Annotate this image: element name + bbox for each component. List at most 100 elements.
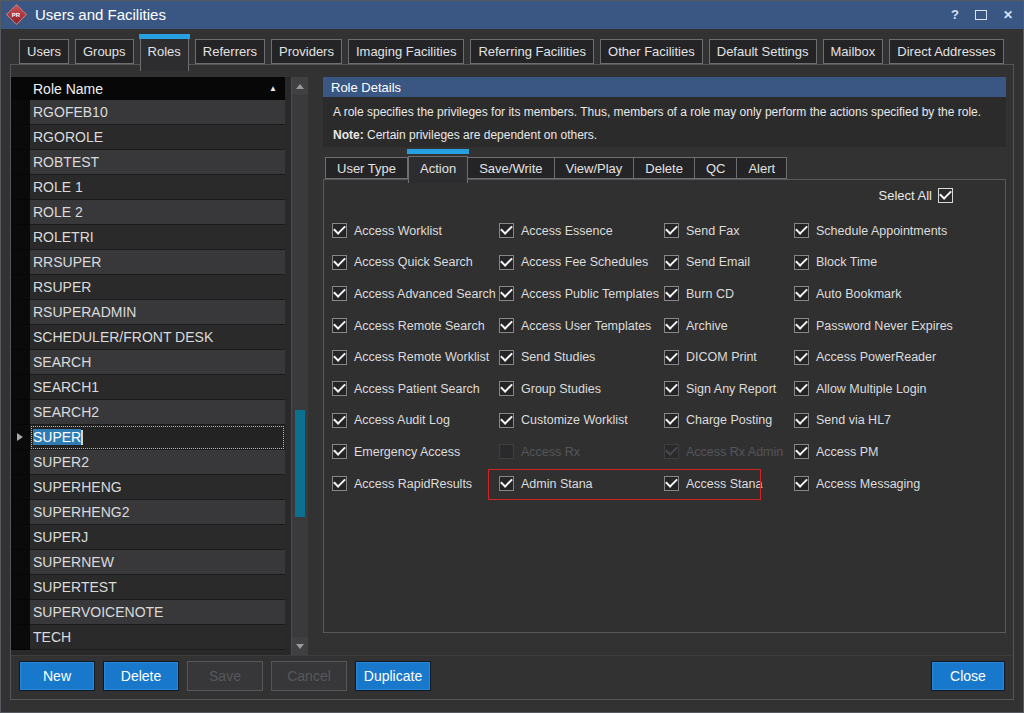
checkbox-access-advanced-search[interactable] [332,286,347,301]
details-tab-user-type[interactable]: User Type [325,157,408,179]
role-row-role-2[interactable]: ROLE 2 [11,200,285,225]
tab-groups[interactable]: Groups [75,39,134,64]
checkbox-group-studies[interactable] [499,381,514,396]
privilege-sign-any-report[interactable]: Sign Any Report [664,373,783,405]
privilege-access-remote-worklist[interactable]: Access Remote Worklist [332,341,496,373]
privilege-access-messaging[interactable]: Access Messaging [794,468,953,500]
privilege-allow-multiple-login[interactable]: Allow Multiple Login [794,373,953,405]
details-tab-delete[interactable]: Delete [634,157,695,179]
privilege-access-patient-search[interactable]: Access Patient Search [332,373,496,405]
role-row-super[interactable]: SUPER [11,425,285,450]
role-row-roletri[interactable]: ROLETRI [11,225,285,250]
role-row-search[interactable]: SEARCH [11,350,285,375]
role-name-cell[interactable]: SUPERHENG [30,475,285,500]
privilege-send-email[interactable]: Send Email [664,247,783,279]
privilege-schedule-appointments[interactable]: Schedule Appointments [794,215,953,247]
checkbox-access-messaging[interactable] [794,476,809,491]
role-row-scheduler-front-desk[interactable]: SCHEDULER/FRONT DESK [11,325,285,350]
privilege-access-user-templates[interactable]: Access User Templates [499,310,659,342]
privilege-access-worklist[interactable]: Access Worklist [332,215,496,247]
role-name-cell[interactable]: RSUPER [30,275,285,300]
role-row-rsuperadmin[interactable]: RSUPERADMIN [11,300,285,325]
checkbox-access-remote-worklist[interactable] [332,350,347,365]
privilege-send-fax[interactable]: Send Fax [664,215,783,247]
duplicate-button[interactable]: Duplicate [355,661,431,691]
details-tab-alert[interactable]: Alert [737,157,787,179]
privilege-access-public-templates[interactable]: Access Public Templates [499,278,659,310]
checkbox-sign-any-report[interactable] [664,381,679,396]
role-row-supervoicenote[interactable]: SUPERVOICENOTE [11,600,285,625]
checkbox-send-via-hl7[interactable] [794,413,809,428]
privilege-emergency-access[interactable]: Emergency Access [332,436,496,468]
checkbox-charge-posting[interactable] [664,413,679,428]
privilege-access-essence[interactable]: Access Essence [499,215,659,247]
tab-referring-facilities[interactable]: Referring Facilities [470,39,594,64]
privilege-send-via-hl7[interactable]: Send via HL7 [794,405,953,437]
checkbox-access-rapidresults[interactable] [332,476,347,491]
role-row-superheng2[interactable]: SUPERHENG2 [11,500,285,525]
checkbox-schedule-appointments[interactable] [794,223,809,238]
privilege-dicom-print[interactable]: DICOM Print [664,341,783,373]
privilege-customize-worklist[interactable]: Customize Worklist [499,405,659,437]
details-tab-action[interactable]: Action [408,156,468,183]
maximize-button[interactable] [975,10,987,20]
details-tab-view-play[interactable]: View/Play [555,157,635,179]
close-button[interactable]: Close [931,661,1005,691]
role-row-super2[interactable]: SUPER2 [11,450,285,475]
tab-default-settings[interactable]: Default Settings [709,39,817,64]
checkbox-archive[interactable] [664,318,679,333]
role-name-cell[interactable]: SEARCH2 [30,400,285,425]
privilege-access-quick-search[interactable]: Access Quick Search [332,247,496,279]
role-name-cell[interactable]: SUPERHENG2 [30,500,285,525]
role-row-tech[interactable]: TECH [11,625,285,650]
scroll-up-button[interactable] [292,77,308,95]
new-button[interactable]: New [19,661,95,691]
role-row-robtest[interactable]: ROBTEST [11,150,285,175]
role-name-cell[interactable]: ROLE 1 [30,175,285,200]
tab-direct-addresses[interactable]: Direct Addresses [889,39,1003,64]
role-row-superheng[interactable]: SUPERHENG [11,475,285,500]
role-name-cell[interactable]: SUPER [30,425,285,450]
tab-imaging-facilities[interactable]: Imaging Facilities [348,39,464,64]
checkbox-access-remote-search[interactable] [332,318,347,333]
checkbox-access-audit-log[interactable] [332,413,347,428]
checkbox-access-user-templates[interactable] [499,318,514,333]
role-name-cell[interactable]: RRSUPER [30,250,285,275]
privilege-block-time[interactable]: Block Time [794,247,953,279]
role-name-cell[interactable]: RGOFEB10 [30,100,285,125]
checkbox-auto-bookmark[interactable] [794,286,809,301]
role-name-cell[interactable]: ROLETRI [30,225,285,250]
role-name-cell[interactable]: ROBTEST [30,150,285,175]
privilege-access-audit-log[interactable]: Access Audit Log [332,405,496,437]
select-all-box[interactable] [938,188,953,203]
tab-referrers[interactable]: Referrers [195,39,265,64]
tab-providers[interactable]: Providers [271,39,342,64]
role-row-rgofeb10[interactable]: RGOFEB10 [11,100,285,125]
checkbox-dicom-print[interactable] [664,350,679,365]
checkbox-block-time[interactable] [794,255,809,270]
checkbox-send-studies[interactable] [499,350,514,365]
role-name-cell[interactable]: RSUPERADMIN [30,300,285,325]
privilege-send-studies[interactable]: Send Studies [499,341,659,373]
checkbox-allow-multiple-login[interactable] [794,381,809,396]
role-row-supernew[interactable]: SUPERNEW [11,550,285,575]
privilege-access-fee-schedules[interactable]: Access Fee Schedules [499,247,659,279]
tab-roles[interactable]: Roles [140,38,189,71]
role-name-cell[interactable]: SUPERVOICENOTE [30,600,285,625]
role-row-search1[interactable]: SEARCH1 [11,375,285,400]
select-all-checkbox[interactable]: Select All [879,188,953,203]
checkbox-access-fee-schedules[interactable] [499,255,514,270]
role-row-role-1[interactable]: ROLE 1 [11,175,285,200]
tab-users[interactable]: Users [19,39,69,64]
checkbox-access-powerreader[interactable] [794,350,809,365]
role-row-rrsuper[interactable]: RRSUPER [11,250,285,275]
role-name-cell[interactable]: SCHEDULER/FRONT DESK [30,325,285,350]
checkbox-customize-worklist[interactable] [499,413,514,428]
checkbox-access-pm[interactable] [794,444,809,459]
role-name-cell[interactable]: RGOROLE [30,125,285,150]
role-name-cell[interactable]: SEARCH [30,350,285,375]
privilege-group-studies[interactable]: Group Studies [499,373,659,405]
scrollbar-thumb[interactable] [295,410,305,517]
delete-button[interactable]: Delete [103,661,179,691]
checkbox-access-worklist[interactable] [332,223,347,238]
